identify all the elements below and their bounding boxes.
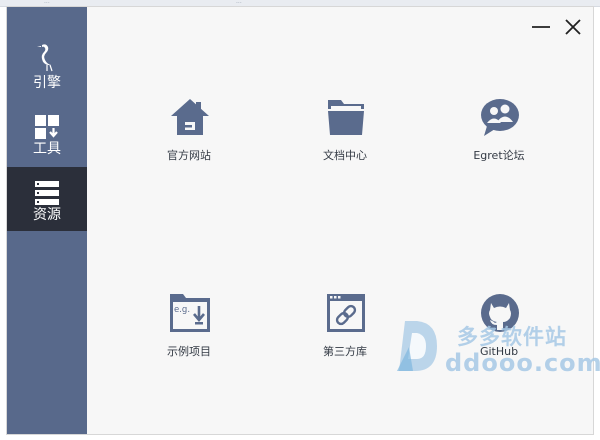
- github-icon: [481, 294, 519, 332]
- sidebar-item-label: 引擎: [33, 75, 61, 91]
- resource-label: Egret论坛: [473, 149, 525, 162]
- resource-label: 官方网站: [167, 149, 211, 162]
- background-window-strip: ... ...: [0, 0, 600, 7]
- close-button[interactable]: [563, 17, 583, 37]
- resource-third-party-libs[interactable]: 第三方库: [280, 292, 410, 392]
- sample-icon-text: e.g.: [174, 305, 190, 315]
- sidebar-item-label: 资源: [33, 207, 61, 223]
- home-icon: [171, 99, 209, 135]
- resource-label: GitHub: [479, 345, 519, 358]
- resource-label: 示例项目: [167, 345, 211, 358]
- sidebar: 引擎 工具 资源: [7, 7, 87, 434]
- sidebar-item-engine[interactable]: 引擎: [7, 35, 87, 97]
- heron-logo-icon: [37, 44, 53, 72]
- sidebar-item-resources[interactable]: 资源: [7, 167, 87, 231]
- resource-egret-forum[interactable]: Egret论坛: [434, 96, 564, 196]
- minimize-button[interactable]: [531, 17, 551, 37]
- sidebar-item-tools[interactable]: 工具: [7, 105, 87, 163]
- chat-group-icon: [481, 99, 519, 136]
- folder-icon: [328, 100, 364, 135]
- library-link-icon: [327, 294, 365, 332]
- sidebar-item-label: 工具: [33, 141, 61, 157]
- strip-text: ...: [44, 0, 50, 5]
- resource-docs-center[interactable]: 文档中心: [280, 96, 410, 196]
- resource-label: 第三方库: [323, 345, 367, 358]
- launcher-window: 引擎 工具 资源 官方网站 文档中心 Egret论坛 e.g. 示例项目 第三方…: [7, 7, 600, 434]
- strip-text: ...: [236, 0, 242, 5]
- resource-github[interactable]: GitHub: [434, 292, 564, 392]
- tools-grid-icon: [35, 115, 59, 139]
- sample-folder-icon: e.g.: [170, 294, 210, 332]
- resource-sample-projects[interactable]: e.g. 示例项目: [124, 292, 254, 392]
- resource-official-site[interactable]: 官方网站: [124, 96, 254, 196]
- resource-label: 文档中心: [323, 149, 367, 162]
- server-stack-icon: [35, 181, 59, 205]
